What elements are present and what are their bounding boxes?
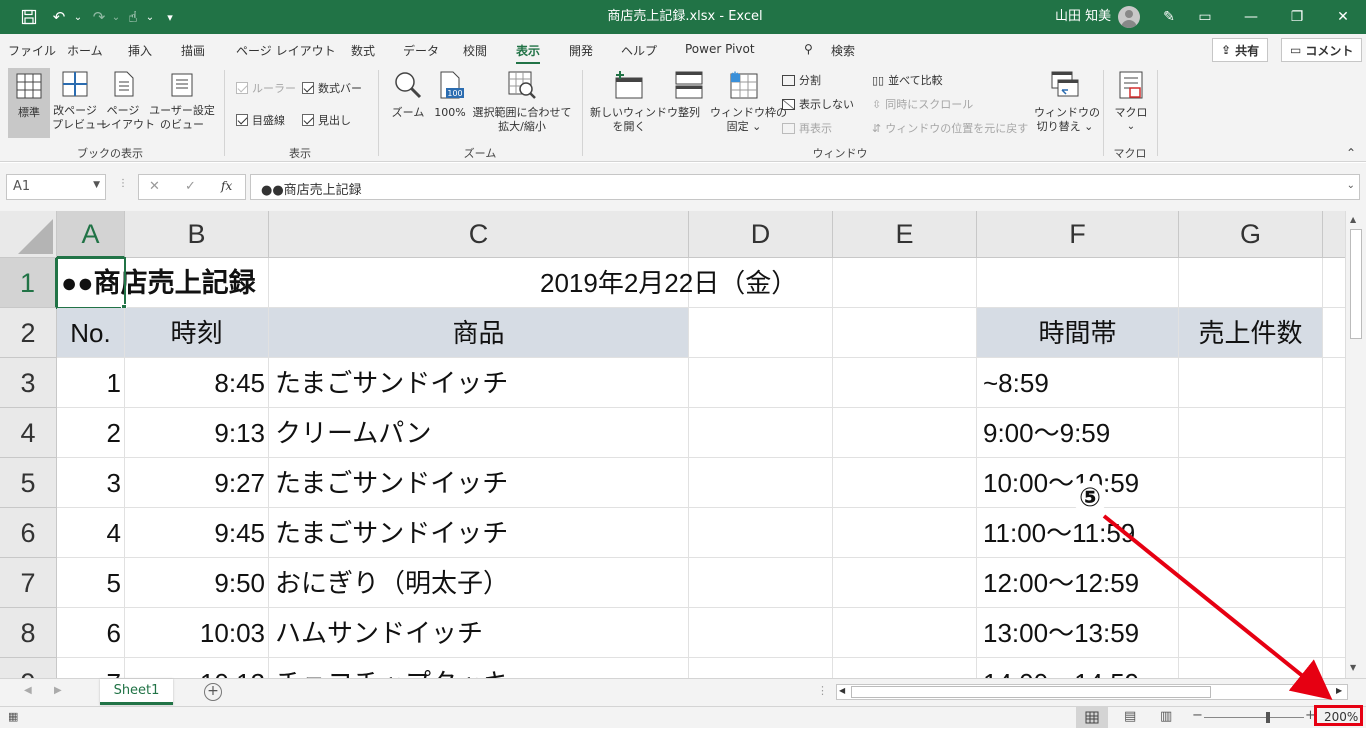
step-number-badge: ⑤ (1073, 481, 1107, 515)
annotation-arrow-icon (1102, 514, 1333, 701)
